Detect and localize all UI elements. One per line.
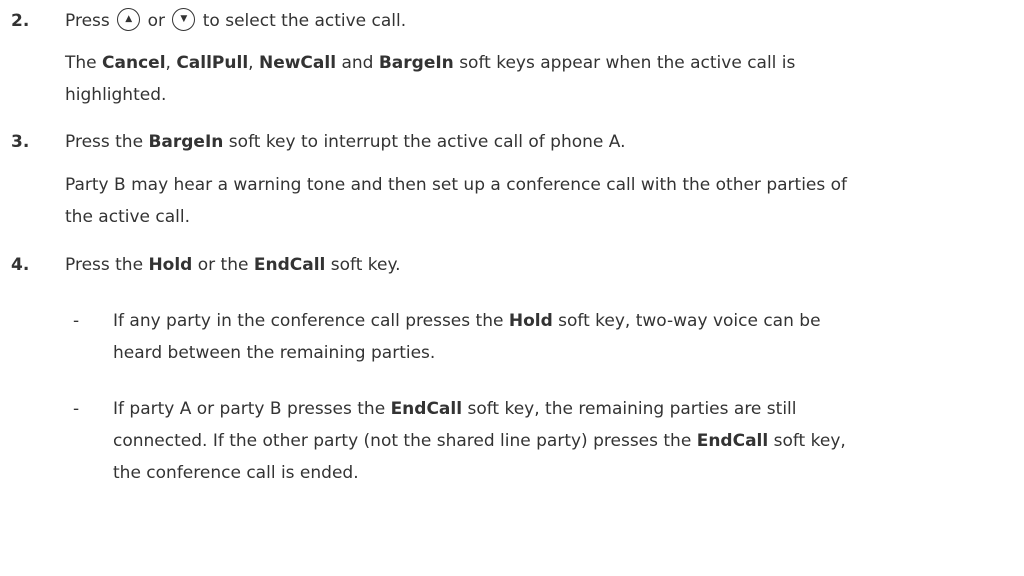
step-2-text-suffix: to select the active call.	[202, 11, 407, 31]
text: If any party in the conference call pres…	[113, 311, 509, 331]
newcall-softkey-label: NewCall	[258, 53, 337, 73]
text: Press the	[65, 255, 149, 275]
text: soft key.	[325, 255, 401, 275]
step-3-description-line2: the active call.	[65, 207, 190, 227]
text: soft key, two-way voice can be	[552, 311, 821, 331]
text: connected. If the other party (not the s…	[113, 431, 697, 451]
step-2-instruction: Press ▲ or ▼ to select the active call.	[65, 6, 1015, 36]
text: The	[65, 53, 103, 73]
bullet-1-line2: heard between the remaining parties.	[113, 343, 436, 363]
step-2-description: The Cancel, CallPull, NewCall and BargeI…	[65, 48, 1015, 78]
bullet-dash: -	[73, 311, 80, 331]
step-2-text-or: or	[147, 11, 165, 31]
text: soft key,	[768, 431, 846, 451]
text: soft key, the remaining parties are stil…	[462, 399, 797, 419]
step-number-3: 3.	[11, 132, 30, 152]
cancel-softkey-label: Cancel	[102, 53, 166, 73]
text: or the	[192, 255, 254, 275]
down-arrow-key-icon: ▼	[172, 7, 196, 31]
step-2-description-line2: highlighted.	[65, 85, 167, 105]
step-3-description: Party B may hear a warning tone and then…	[65, 175, 848, 195]
text: ,	[165, 53, 177, 73]
bullet-dash: -	[73, 399, 80, 419]
bullet-2-line3: the conference call is ended.	[113, 463, 359, 483]
endcall-softkey-label: EndCall	[390, 399, 463, 419]
text: soft keys appear when the active call is	[453, 53, 796, 73]
step-2-text-prefix: Press	[65, 11, 110, 31]
text: soft key to interrupt the active call of…	[223, 132, 626, 152]
bargein-softkey-label: BargeIn	[378, 53, 454, 73]
callpull-softkey-label: CallPull	[176, 53, 249, 73]
bullet-1-line1: If any party in the conference call pres…	[113, 306, 993, 336]
bullet-2-line2: connected. If the other party (not the s…	[113, 426, 993, 456]
endcall-softkey-label: EndCall	[253, 255, 326, 275]
step-number-2: 2.	[11, 11, 30, 31]
step-number-4: 4.	[11, 255, 30, 275]
step-3-instruction: Press the BargeIn soft key to interrupt …	[65, 127, 1015, 157]
up-arrow-key-icon: ▲	[117, 7, 141, 31]
text: and	[336, 53, 379, 73]
bargein-softkey-label: BargeIn	[148, 132, 224, 152]
text: ,	[248, 53, 259, 73]
hold-softkey-label: Hold	[148, 255, 193, 275]
step-4-instruction: Press the Hold or the EndCall soft key.	[65, 250, 1015, 280]
endcall-softkey-label: EndCall	[696, 431, 769, 451]
text: If party A or party B presses the	[113, 399, 391, 419]
hold-softkey-label: Hold	[508, 311, 553, 331]
text: Press the	[65, 132, 149, 152]
bullet-2-line1: If party A or party B presses the EndCal…	[113, 394, 993, 424]
